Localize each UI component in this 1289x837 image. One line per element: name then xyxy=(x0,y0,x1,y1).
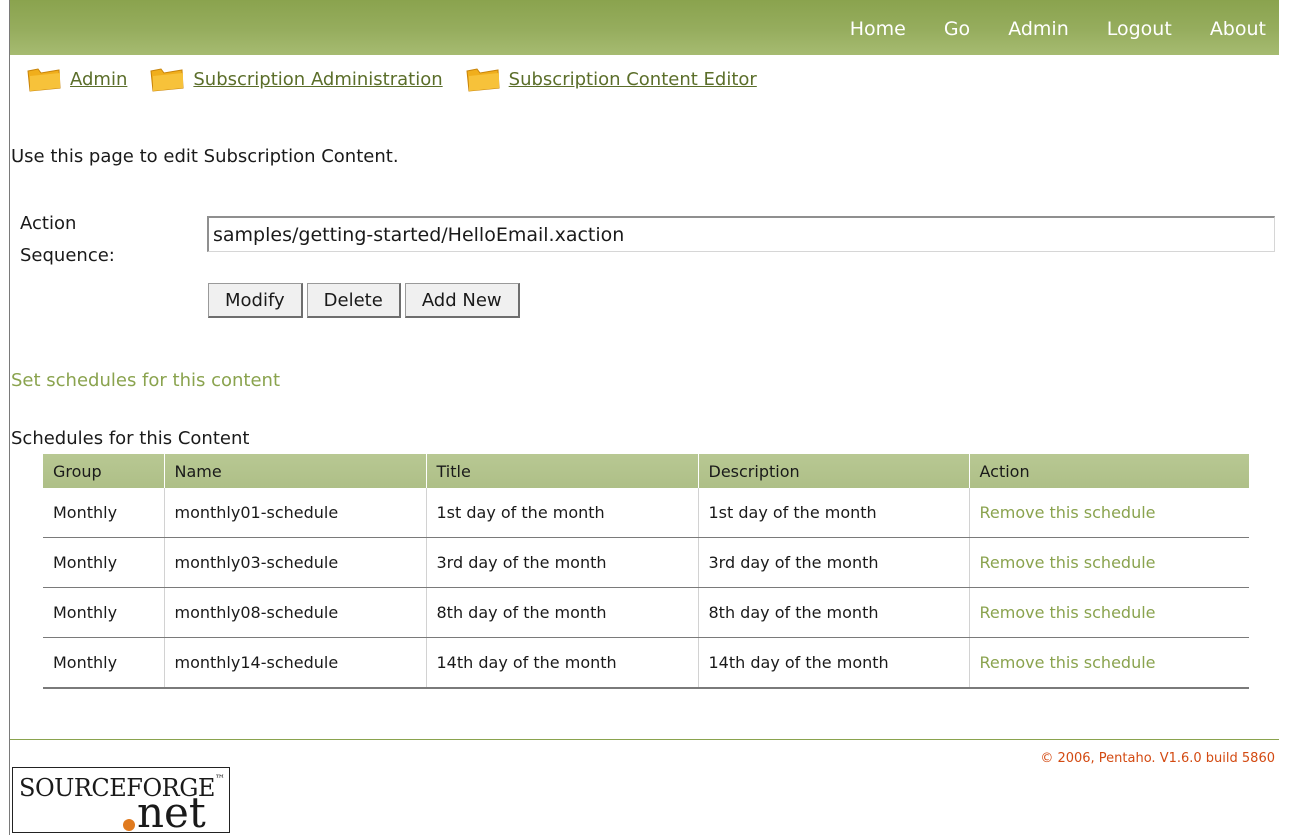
table-row: Monthly monthly01-schedule 1st day of th… xyxy=(43,488,1249,538)
cell-action: Remove this schedule xyxy=(969,637,1249,689)
cell-name: monthly03-schedule xyxy=(164,537,427,588)
folder-icon xyxy=(466,68,500,92)
copyright-text: © 2006, Pentaho. V1.6.0 build 5860 xyxy=(1040,751,1275,766)
top-nav: Home Go Admin Logout About xyxy=(850,0,1266,55)
column-header-name: Name xyxy=(164,454,427,488)
column-header-description: Description xyxy=(698,454,970,488)
cell-title: 14th day of the month xyxy=(426,637,699,689)
cell-group: Monthly xyxy=(43,488,165,538)
breadcrumb: Admin Subscription Administration Subscr… xyxy=(26,66,779,92)
cell-name: monthly14-schedule xyxy=(164,637,427,689)
cell-group: Monthly xyxy=(43,587,165,638)
cell-group: Monthly xyxy=(43,637,165,689)
table-row: Monthly monthly08-schedule 8th day of th… xyxy=(43,587,1249,638)
folder-icon xyxy=(27,68,61,92)
action-sequence-input[interactable] xyxy=(207,216,1275,252)
schedules-table: Group Name Title Description Action Mont… xyxy=(43,454,1249,689)
add-new-button[interactable]: Add New xyxy=(404,283,520,318)
cell-title: 8th day of the month xyxy=(426,587,699,638)
breadcrumb-item-admin: Admin xyxy=(26,66,127,92)
column-header-title: Title xyxy=(426,454,699,488)
cell-name: monthly08-schedule xyxy=(164,587,427,638)
breadcrumb-admin-link[interactable]: Admin xyxy=(70,69,127,90)
cell-group: Monthly xyxy=(43,537,165,588)
page-intro-text: Use this page to edit Subscription Conte… xyxy=(11,146,399,167)
cell-title: 3rd day of the month xyxy=(426,537,699,588)
cell-action: Remove this schedule xyxy=(969,587,1249,638)
remove-schedule-link[interactable]: Remove this schedule xyxy=(980,653,1156,672)
nav-logout-link[interactable]: Logout xyxy=(1107,16,1172,40)
folder-icon xyxy=(150,68,184,92)
cell-description: 1st day of the month xyxy=(698,488,970,538)
modify-button[interactable]: Modify xyxy=(208,283,303,318)
breadcrumb-content-editor-link[interactable]: Subscription Content Editor xyxy=(509,69,757,90)
breadcrumb-subscription-admin-link[interactable]: Subscription Administration xyxy=(193,69,442,90)
remove-schedule-link[interactable]: Remove this schedule xyxy=(980,553,1156,572)
action-buttons: Modify Delete Add New xyxy=(208,283,524,318)
cell-title: 1st day of the month xyxy=(426,488,699,538)
cell-description: 3rd day of the month xyxy=(698,537,970,588)
logo-orange-dot-icon xyxy=(123,819,135,831)
delete-button[interactable]: Delete xyxy=(306,283,401,318)
breadcrumb-item-content-editor: Subscription Content Editor xyxy=(465,66,757,92)
nav-home-link[interactable]: Home xyxy=(850,16,906,40)
cell-action: Remove this schedule xyxy=(969,488,1249,538)
set-schedules-link[interactable]: Set schedules for this content xyxy=(11,370,280,391)
breadcrumb-item-subscription-admin: Subscription Administration xyxy=(149,66,443,92)
nav-admin-link[interactable]: Admin xyxy=(1008,16,1069,40)
remove-schedule-link[interactable]: Remove this schedule xyxy=(980,603,1156,622)
nav-about-link[interactable]: About xyxy=(1210,16,1266,40)
table-row: Monthly monthly14-schedule 14th day of t… xyxy=(43,637,1249,689)
left-border xyxy=(9,0,10,835)
cell-description: 8th day of the month xyxy=(698,587,970,638)
logo-text-net: net xyxy=(137,788,206,837)
cell-description: 14th day of the month xyxy=(698,637,970,689)
column-header-group: Group xyxy=(43,454,165,488)
action-sequence-label: Action Sequence: xyxy=(20,213,115,266)
remove-schedule-link[interactable]: Remove this schedule xyxy=(980,503,1156,522)
cell-action: Remove this schedule xyxy=(969,537,1249,588)
column-header-action: Action xyxy=(969,454,1249,488)
footer-divider xyxy=(10,739,1279,740)
top-nav-bar: Home Go Admin Logout About xyxy=(10,0,1279,55)
table-row: Monthly monthly03-schedule 3rd day of th… xyxy=(43,537,1249,588)
nav-go-link[interactable]: Go xyxy=(944,16,970,40)
logo-trademark: ™ xyxy=(214,774,225,785)
table-header-row: Group Name Title Description Action xyxy=(43,454,1249,488)
schedules-table-caption: Schedules for this Content xyxy=(11,428,250,449)
sourceforge-logo[interactable]: SOURCEFORGE™ net xyxy=(12,767,230,837)
cell-name: monthly01-schedule xyxy=(164,488,427,538)
